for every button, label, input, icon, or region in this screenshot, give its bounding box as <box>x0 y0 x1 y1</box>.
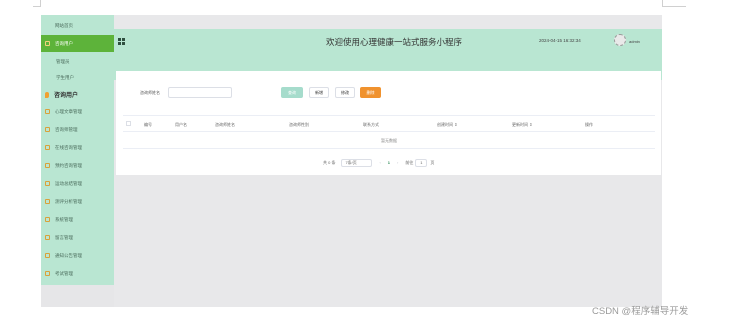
watermark: CSDN @程序辅导开发 <box>592 306 689 317</box>
sidebar-item-appointments[interactable]: 预约咨询管理 <box>41 157 114 174</box>
sidebar-item-label: 预约咨询管理 <box>55 162 82 168</box>
prev-page-button[interactable]: ‹ <box>379 160 380 165</box>
grid-icon <box>45 127 50 132</box>
sidebar-item-label: 测评分析管理 <box>55 198 82 204</box>
column-header: 编号 <box>144 122 152 127</box>
content-panel: 咨询师姓名 查询 新增 修改 删除 编号 用户名 咨询师姓名 咨询师性别 联系方… <box>116 71 661 175</box>
column-header: 用户名 <box>175 122 187 127</box>
column-header: 操作 <box>585 122 593 127</box>
column-header-sortable[interactable]: 更新时间 ⇕ <box>512 122 532 128</box>
current-page[interactable]: 1 <box>388 160 390 165</box>
sidebar-item-articles[interactable]: 心理文章管理 <box>41 103 114 120</box>
sidebar-item-label: 运动总结管理 <box>55 180 82 186</box>
sidebar-item-system[interactable]: 系统管理 <box>41 211 114 228</box>
sidebar-item-label: 考试管理 <box>55 270 73 276</box>
datetime-display: 2024-04-15 16:32:34 <box>539 38 581 43</box>
sidebar-item-admin[interactable]: 管理员 <box>41 53 114 70</box>
sidebar-item-label: 通知公告管理 <box>55 252 82 258</box>
query-button[interactable]: 查询 <box>281 87 303 98</box>
page-size-select[interactable]: 7条/页 <box>341 158 373 167</box>
table-empty-row: 暂无数据 <box>123 132 655 149</box>
sidebar-item-student-users[interactable]: 学生用户 <box>41 69 114 86</box>
sidebar-item-label: 管理员 <box>56 58 70 64</box>
empty-text: 暂无数据 <box>381 138 397 143</box>
settings-icon <box>45 217 50 222</box>
sidebar-item-exercise[interactable]: 运动总结管理 <box>41 175 114 192</box>
sidebar-item-assessment[interactable]: 测评分析管理 <box>41 193 114 210</box>
location-pin-icon <box>45 91 49 98</box>
column-header: 咨询师性别 <box>289 122 309 127</box>
sidebar-item-label: 在线咨询管理 <box>55 144 82 150</box>
bar-chart-icon <box>45 109 50 114</box>
list-icon <box>45 181 50 186</box>
add-button[interactable]: 新增 <box>309 87 329 98</box>
select-all-checkbox[interactable] <box>126 121 131 126</box>
pagination-total: 共 0 条 <box>323 159 336 165</box>
jump-label: 前往 <box>405 159 414 165</box>
sidebar-item-consult-users[interactable]: 咨询用户 <box>41 35 114 52</box>
sidebar-item-label: 系统管理 <box>55 216 73 222</box>
sidebar-item-counselors[interactable]: 咨询师管理 <box>41 121 114 138</box>
jump-page-input[interactable]: 1 <box>415 158 428 167</box>
jump-suffix: 页 <box>430 159 435 165</box>
calendar-icon <box>45 163 50 168</box>
avatar[interactable] <box>614 34 626 46</box>
jump-page-value: 1 <box>420 160 423 165</box>
bar-chart-icon <box>45 199 50 204</box>
page-corner-mark-left <box>33 0 41 7</box>
menu-grid-icon[interactable] <box>118 38 125 45</box>
sidebar-item-label: 咨询师管理 <box>55 126 78 132</box>
sidebar-bottom-area <box>41 285 114 307</box>
sidebar-item-label: 网站首页 <box>55 22 73 28</box>
admin-app: 网站首页 咨询用户 管理员 学生用户 咨询用户 心理文章管理 咨询师管理 在线咨… <box>41 15 662 307</box>
pagination: 共 0 条 7条/页 ‹ 1 › 前往 1 页 <box>323 158 434 167</box>
page-title: 欢迎使用心理健康一站式服务小程序 <box>326 37 463 47</box>
next-page-button[interactable]: › <box>397 160 398 165</box>
search-label: 咨询师姓名 <box>140 90 160 95</box>
page-corner-mark-right <box>662 0 686 7</box>
sidebar-item-home[interactable]: 网站首页 <box>41 17 114 34</box>
sidebar-item-label: 留言管理 <box>55 234 73 240</box>
search-input[interactable] <box>168 87 232 98</box>
table-header: 编号 用户名 咨询师姓名 咨询师性别 联系方式 创建时间 ⇕ 更新时间 ⇕ 操作 <box>123 115 655 132</box>
column-header: 咨询师姓名 <box>215 122 235 127</box>
sidebar-item-consult-users-sub[interactable]: 咨询用户 <box>41 86 114 103</box>
column-header-sortable[interactable]: 创建时间 ⇕ <box>437 122 457 128</box>
page-size-value: 7条/页 <box>345 159 357 165</box>
sidebar-item-messages[interactable]: 留言管理 <box>41 229 114 246</box>
sidebar: 网站首页 咨询用户 管理员 学生用户 咨询用户 心理文章管理 咨询师管理 在线咨… <box>41 15 114 307</box>
sidebar-item-online-consult[interactable]: 在线咨询管理 <box>41 139 114 156</box>
document-icon <box>45 271 50 276</box>
sidebar-item-label: 咨询用户 <box>55 40 73 46</box>
edit-button[interactable]: 修改 <box>335 87 355 98</box>
username[interactable]: admin <box>629 39 640 44</box>
sidebar-item-label: 学生用户 <box>56 74 74 80</box>
delete-button[interactable]: 删除 <box>360 87 381 98</box>
bell-icon <box>45 253 50 258</box>
sidebar-item-label: 心理文章管理 <box>55 108 82 114</box>
sidebar-item-label: 咨询用户 <box>54 93 79 99</box>
message-icon <box>45 235 50 240</box>
user-icon <box>45 41 50 46</box>
sidebar-item-exams[interactable]: 考试管理 <box>41 265 114 282</box>
sidebar-item-notices[interactable]: 通知公告管理 <box>41 247 114 264</box>
column-header: 联系方式 <box>363 122 379 127</box>
chat-icon <box>45 145 50 150</box>
